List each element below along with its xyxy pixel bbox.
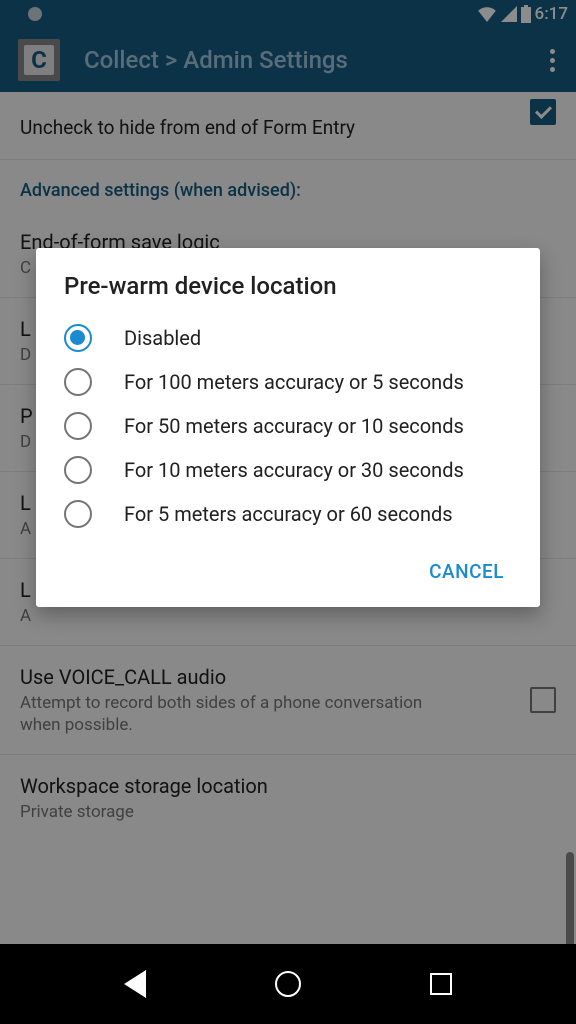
radio-icon	[64, 368, 92, 396]
radio-option-5m[interactable]: For 5 meters accuracy or 60 seconds	[36, 492, 540, 536]
radio-label: For 5 meters accuracy or 60 seconds	[124, 501, 453, 527]
radio-option-100m[interactable]: For 100 meters accuracy or 5 seconds	[36, 360, 540, 404]
cancel-button[interactable]: CANCEL	[417, 552, 516, 591]
radio-option-50m[interactable]: For 50 meters accuracy or 10 seconds	[36, 404, 540, 448]
dialog-prewarm-location: Pre-warm device location Disabled For 10…	[36, 248, 540, 607]
radio-icon	[64, 324, 92, 352]
radio-icon	[64, 500, 92, 528]
radio-label: For 100 meters accuracy or 5 seconds	[124, 369, 464, 395]
radio-label: Disabled	[124, 325, 201, 351]
radio-option-10m[interactable]: For 10 meters accuracy or 30 seconds	[36, 448, 540, 492]
radio-label: For 50 meters accuracy or 10 seconds	[124, 413, 464, 439]
navigation-bar	[0, 944, 576, 1024]
radio-label: For 10 meters accuracy or 30 seconds	[124, 457, 464, 483]
radio-option-disabled[interactable]: Disabled	[36, 316, 540, 360]
radio-icon	[64, 412, 92, 440]
dialog-actions: CANCEL	[36, 536, 540, 599]
dialog-title: Pre-warm device location	[36, 248, 540, 316]
nav-home-icon[interactable]	[275, 971, 301, 997]
nav-back-icon[interactable]	[124, 970, 146, 998]
nav-recent-icon[interactable]	[430, 973, 452, 995]
radio-icon	[64, 456, 92, 484]
